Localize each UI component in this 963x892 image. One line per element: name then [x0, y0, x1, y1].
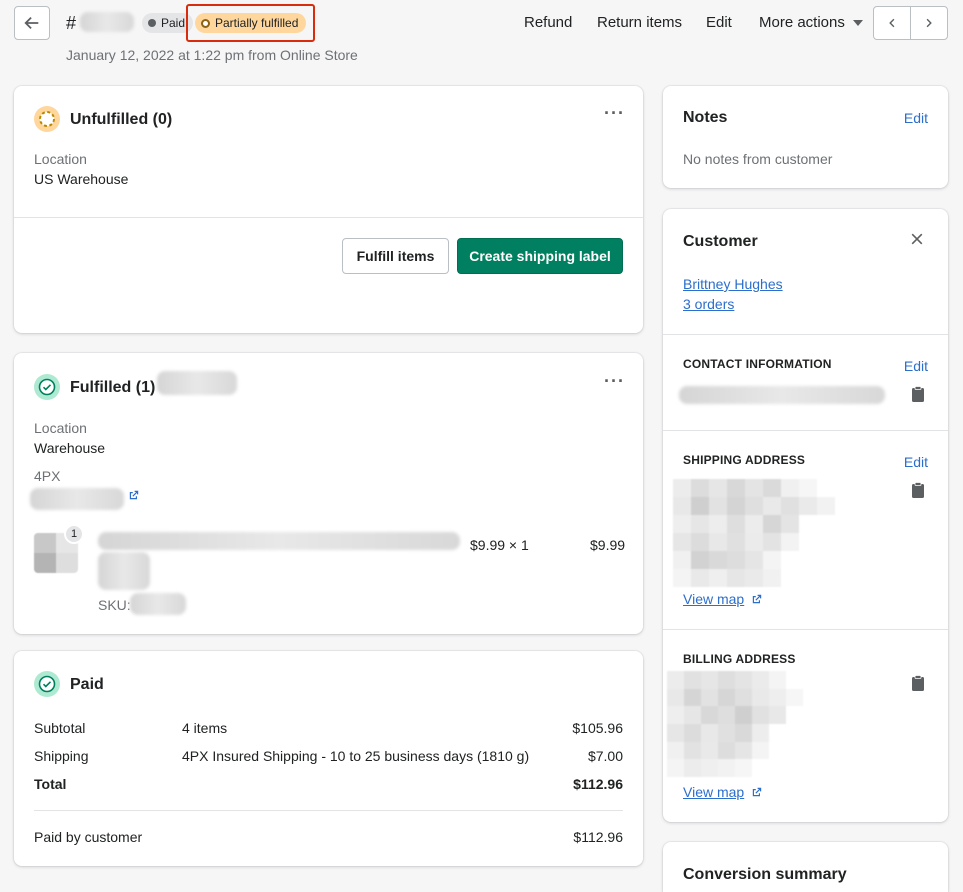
highlight-annotation	[186, 4, 315, 42]
shipping-edit-link[interactable]: Edit	[904, 454, 928, 470]
payment-card: Paid Subtotal 4 items $105.96 Shipping 4…	[14, 651, 643, 866]
more-actions-button[interactable]: More actions	[759, 14, 863, 31]
shipping-label: Shipping	[34, 748, 89, 764]
sku-label: SKU:	[98, 597, 131, 613]
redacted-product-name	[98, 532, 460, 550]
close-icon[interactable]	[909, 231, 925, 247]
item-price-quantity: $9.99 × 1	[470, 537, 529, 553]
total-label: Total	[34, 776, 67, 792]
redacted-order-id	[80, 12, 134, 32]
external-link-icon	[752, 594, 762, 604]
location-value: Warehouse	[34, 440, 106, 456]
redacted-shipping-address	[673, 479, 835, 587]
shipping-address-label: SHIPPING ADDRESS	[683, 453, 806, 467]
chevron-left-icon	[889, 18, 895, 28]
redacted-billing-address	[667, 671, 803, 777]
order-pager	[873, 6, 948, 40]
page-header: # Paid Partially fulfilled January 12, 2…	[0, 0, 963, 75]
paid-by-customer-label: Paid by customer	[34, 829, 143, 845]
order-number: #	[66, 13, 77, 33]
clipboard-icon[interactable]	[911, 675, 925, 691]
unfulfilled-card: Unfulfilled (0) ··· Location US Warehous…	[14, 86, 643, 333]
shipping-amount: $7.00	[587, 748, 623, 764]
more-options-icon[interactable]: ···	[604, 103, 625, 124]
paid-title: Paid	[70, 676, 104, 693]
notes-title: Notes	[683, 109, 728, 126]
redacted-product-variant	[98, 552, 150, 590]
arrow-left-icon	[24, 16, 39, 30]
redacted-fulfillment-id	[157, 371, 237, 395]
fulfilled-card: Fulfilled (1) ··· Location Warehouse 4PX…	[14, 353, 643, 634]
fulfilled-title: Fulfilled (1)	[70, 379, 156, 396]
redacted-email	[679, 386, 885, 404]
contact-edit-link[interactable]: Edit	[904, 358, 928, 374]
more-options-icon[interactable]: ···	[604, 371, 625, 392]
unfulfilled-title: Unfulfilled (0)	[70, 111, 173, 128]
fulfill-items-button[interactable]: Fulfill items	[342, 238, 449, 274]
subtotal-amount: $105.96	[572, 720, 623, 736]
caret-down-icon	[852, 20, 863, 27]
location-label: Location	[34, 151, 87, 167]
shipping-detail: 4PX Insured Shipping - 10 to 25 business…	[182, 748, 530, 764]
external-link-icon[interactable]	[128, 489, 140, 501]
paid-by-customer-amount: $112.96	[573, 829, 623, 845]
clipboard-icon[interactable]	[911, 482, 925, 498]
item-quantity-badge: 1	[64, 524, 84, 544]
customer-card: Customer Brittney Hughes 3 orders CONTAC…	[663, 209, 948, 822]
carrier-name: 4PX	[34, 468, 61, 484]
paid-status-icon	[34, 671, 60, 697]
next-order-button[interactable]	[911, 7, 947, 39]
redacted-tracking-number	[30, 488, 124, 510]
previous-order-button[interactable]	[874, 7, 911, 39]
billing-view-map-link[interactable]: View map	[683, 784, 763, 800]
subtotal-detail: 4 items	[182, 720, 228, 736]
order-date: January 12, 2022 at 1:22 pm from Online …	[66, 47, 358, 63]
fulfilled-status-icon	[34, 374, 60, 400]
conversion-summary-card: Conversion summary	[663, 842, 948, 892]
shipping-view-map-link[interactable]: View map	[683, 591, 763, 607]
redacted-sku	[130, 593, 186, 615]
refund-button[interactable]: Refund	[524, 14, 572, 31]
item-total: $9.99	[590, 537, 626, 553]
billing-address-label: BILLING ADDRESS	[683, 652, 796, 666]
customer-title: Customer	[683, 233, 758, 250]
notes-body: No notes from customer	[683, 151, 833, 167]
location-label: Location	[34, 420, 87, 436]
location-value: US Warehouse	[34, 171, 129, 187]
unfulfilled-status-icon	[34, 106, 60, 132]
customer-name-link[interactable]: Brittney Hughes	[683, 276, 783, 292]
total-amount: $112.96	[573, 776, 623, 792]
subtotal-label: Subtotal	[34, 720, 86, 736]
clipboard-icon[interactable]	[911, 386, 925, 402]
edit-order-button[interactable]: Edit	[706, 14, 732, 31]
back-button[interactable]	[14, 6, 50, 40]
external-link-icon	[752, 787, 762, 797]
return-items-button[interactable]: Return items	[597, 14, 682, 31]
create-shipping-label-button[interactable]: Create shipping label	[457, 238, 623, 274]
notes-card: Notes Edit No notes from customer	[663, 86, 948, 188]
chevron-right-icon	[926, 18, 932, 28]
conversion-summary-title: Conversion summary	[683, 866, 847, 883]
customer-orders-link[interactable]: 3 orders	[683, 296, 734, 312]
contact-information-label: CONTACT INFORMATION	[683, 357, 832, 371]
notes-edit-link[interactable]: Edit	[904, 110, 928, 126]
